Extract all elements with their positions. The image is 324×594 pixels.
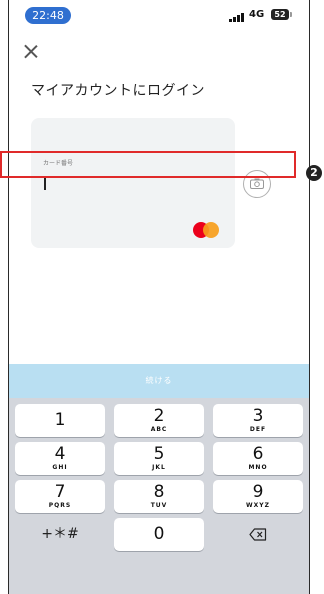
page-title: マイアカウントにログイン	[31, 83, 205, 99]
numeric-keyboard: 1 2 ABC 3 DEF 4 GHI 5 JKL 6 MNO 7 PQRS 8 TUV 9W…	[9, 398, 309, 594]
mastercard-logo	[193, 222, 221, 238]
key-3[interactable]: 3 DEF	[213, 404, 303, 437]
key-4[interactable]: 4 GHI	[15, 442, 105, 475]
battery-tip	[290, 12, 292, 17]
key-1[interactable]: 1	[15, 404, 105, 437]
battery-icon: 52	[271, 9, 289, 20]
network-type: 4G	[249, 9, 265, 20]
key-8[interactable]: 8 TUV	[114, 480, 204, 513]
symbols-key[interactable]: +＊#	[15, 518, 105, 551]
continue-button[interactable]: 続ける	[9, 364, 309, 398]
delete-key[interactable]	[213, 518, 303, 551]
key-5[interactable]: 5 JKL	[114, 442, 204, 475]
backspace-icon	[249, 527, 267, 541]
key-7[interactable]: 7 PQRS	[15, 480, 105, 513]
key-0[interactable]: 0	[114, 518, 204, 551]
phone-screen: 22:48 4G 52 マイアカウントにログイン カード番号 続ける 1 2 AB…	[8, 0, 310, 594]
step-badge: 2	[306, 165, 322, 181]
signal-icon	[229, 12, 245, 22]
card-number-input[interactable]	[44, 176, 46, 190]
key-6[interactable]: 6 MNO	[213, 442, 303, 475]
highlight-frame	[0, 151, 296, 178]
status-bar: 22:48 4G 52	[9, 0, 309, 26]
key-9[interactable]: 9 WXYZ	[213, 480, 303, 513]
close-icon[interactable]	[23, 44, 39, 60]
key-2[interactable]: 2 ABC	[114, 404, 204, 437]
status-time: 22:48	[25, 7, 71, 24]
camera-icon	[250, 178, 264, 189]
